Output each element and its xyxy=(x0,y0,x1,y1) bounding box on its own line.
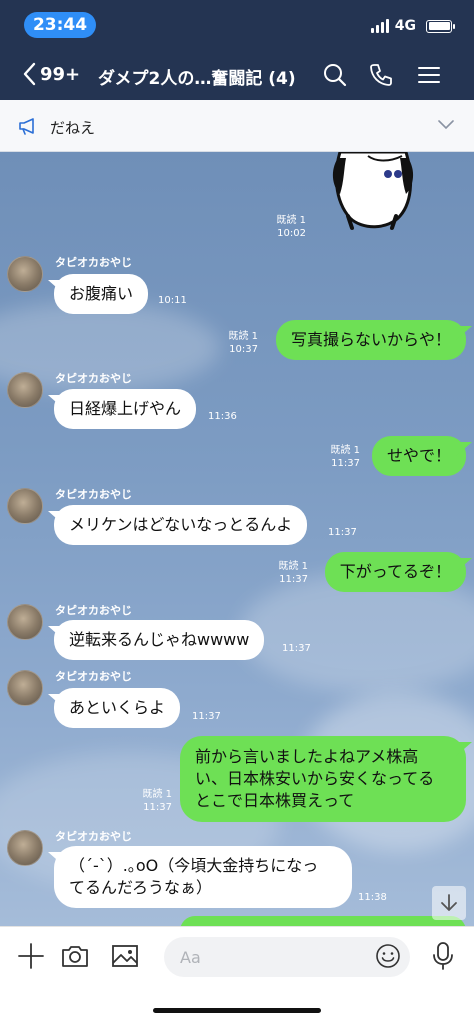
message-bubble[interactable]: 下がってるぞ！ xyxy=(324,552,466,592)
announcement-text: だねえ xyxy=(50,119,96,137)
chevron-down-icon[interactable] xyxy=(438,120,454,130)
message-bubble[interactable]: メリケンはどないなっとるんよ xyxy=(54,505,308,545)
avatar[interactable] xyxy=(7,372,43,408)
message-meta: 既読 1 11:37 xyxy=(278,561,308,585)
message-meta: 既読 1 11:37 xyxy=(142,789,172,813)
sender-name: タピオカおやじ xyxy=(55,372,132,385)
emoji-icon[interactable] xyxy=(374,942,402,970)
sender-name: タピオカおやじ xyxy=(55,830,132,843)
message-bubble[interactable]: あといくらよ xyxy=(54,688,181,728)
arrow-down-icon xyxy=(441,894,457,911)
message-bubble[interactable]: 日経爆上げやん xyxy=(54,389,197,429)
message-line: 前から言いましたよねアメ株高 xyxy=(195,747,419,766)
avatar[interactable] xyxy=(7,488,43,524)
menu-icon[interactable] xyxy=(416,62,442,88)
scroll-to-bottom-button[interactable] xyxy=(432,886,466,920)
message-meta: 既読 1 11:37 xyxy=(330,445,360,469)
message-time: 11:37 xyxy=(328,527,357,538)
home-indicator xyxy=(153,1008,321,1013)
avatar[interactable] xyxy=(7,830,43,866)
status-time: 23:44 xyxy=(24,12,96,38)
message-line: とこで日本株買えって xyxy=(195,791,355,810)
message-time: 11:38 xyxy=(358,892,387,903)
message-list[interactable]: 既読 1 10:02 タピオカおやじ お腹痛い 10:11 既読 1 10:37 写… xyxy=(0,152,474,926)
sender-name: タピオカおやじ xyxy=(55,670,132,683)
avatar[interactable] xyxy=(7,256,43,292)
status-indicators: 4G xyxy=(370,16,455,36)
search-icon[interactable] xyxy=(322,62,348,88)
signal-icon xyxy=(370,19,389,33)
message-bubble[interactable]: 逆転来るんじゃねwwww xyxy=(54,620,265,660)
sender-name: タピオカおやじ xyxy=(55,604,132,617)
unread-count: 99+ xyxy=(40,63,81,85)
message-line: い、日本株安いから安くなってる xyxy=(195,769,435,788)
sender-name: タピオカおやじ xyxy=(55,488,132,501)
message-meta: 既読 1 10:37 xyxy=(228,331,258,355)
avatar[interactable] xyxy=(7,670,43,706)
message-bubble[interactable]: せやで！ xyxy=(371,436,466,476)
plus-icon[interactable] xyxy=(16,941,46,971)
message-time: 11:36 xyxy=(208,411,237,422)
message-time: 10:11 xyxy=(158,295,187,306)
microphone-icon[interactable] xyxy=(428,941,458,971)
chevron-left-icon xyxy=(23,62,36,86)
message-bubble-partial[interactable] xyxy=(180,916,466,926)
back-button[interactable]: 99+ xyxy=(22,62,80,86)
sender-name: タピオカおやじ xyxy=(55,256,132,269)
message-line: （´-`）.｡oO（今頃大金持ちになっ xyxy=(69,856,319,875)
message-meta: 既読 1 10:02 xyxy=(276,215,306,239)
message-time: 11:37 xyxy=(282,643,311,654)
nav-bar: 99+ ダメプ2人の…奮闘記 (4) xyxy=(0,52,474,98)
announcement-bar[interactable]: だねえ xyxy=(0,100,474,152)
battery-icon xyxy=(426,19,455,33)
message-bubble[interactable]: （´-`）.｡oO（今頃大金持ちになっ てるんだろうなぁ） xyxy=(54,846,352,908)
image-icon[interactable] xyxy=(110,941,140,971)
message-line: てるんだろうなぁ） xyxy=(69,878,213,897)
chat-title: ダメプ2人の…奮闘記 (4) xyxy=(98,69,296,89)
phone-icon[interactable] xyxy=(368,62,394,88)
message-bubble[interactable]: お腹痛い xyxy=(54,274,149,314)
camera-icon[interactable] xyxy=(60,941,90,971)
network-type: 4G xyxy=(394,18,416,34)
chat-header: 23:44 4G 99+ ダメプ2人の…奮闘記 (4) xyxy=(0,0,474,100)
message-bubble[interactable]: 写真撮らないからや！ xyxy=(275,320,466,360)
avatar[interactable] xyxy=(7,604,43,640)
megaphone-icon xyxy=(19,118,34,135)
message-time: 11:37 xyxy=(192,711,221,722)
message-bubble[interactable]: 前から言いましたよねアメ株高 い、日本株安いから安くなってる とこで日本株買えっ… xyxy=(180,736,466,822)
panda-sticker[interactable] xyxy=(328,152,420,232)
